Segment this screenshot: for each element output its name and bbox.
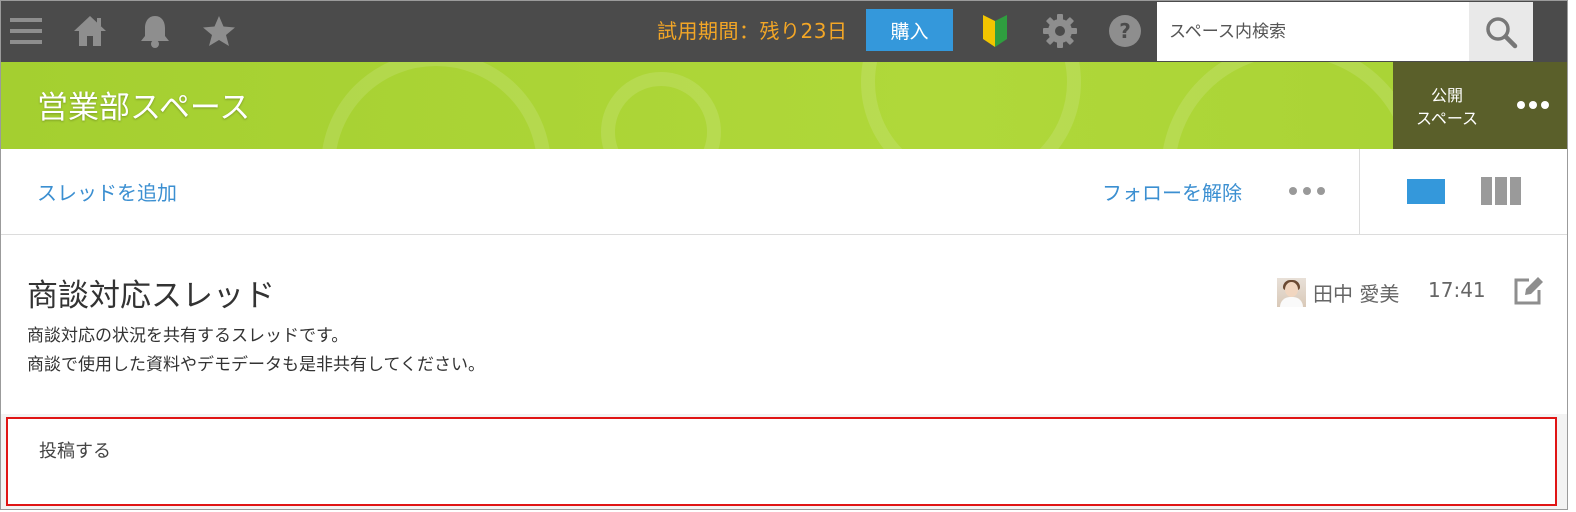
svg-text:?: ? [1119, 19, 1131, 43]
thread-more-button[interactable] [1289, 183, 1325, 199]
author-name[interactable]: 田中 愛美 [1313, 278, 1399, 307]
column-bar [1495, 177, 1507, 205]
dot [1317, 187, 1325, 195]
header-decoration [321, 62, 551, 149]
thread-title: 商談対応スレッド [27, 278, 275, 314]
avatar-body [1280, 297, 1303, 307]
edit-icon[interactable] [1511, 274, 1545, 308]
space-title: 営業部スペース [37, 90, 251, 126]
help-icon[interactable]: ? [1105, 11, 1145, 51]
divider [1359, 149, 1360, 235]
star-icon[interactable] [199, 11, 239, 51]
public-label-line1: 公開 [1430, 86, 1463, 105]
dot [1517, 101, 1525, 109]
thread-action-bar: スレッドを追加 フォローを解除 [1, 149, 1567, 235]
single-view-icon[interactable] [1407, 179, 1445, 204]
header-decoration [601, 72, 721, 149]
header-decoration [1161, 62, 1421, 149]
app-window: 試用期間：残り23日 購入 ? スペース内検索 営業部スペース 公開 スペース … [0, 0, 1568, 510]
search-icon [1486, 16, 1518, 48]
thread-panel: 商談対応スレッド 商談対応の状況を共有するスレッドです。 商談で使用した資料やデ… [1, 236, 1567, 414]
header-spacer [1533, 1, 1567, 62]
avatar[interactable] [1277, 278, 1306, 307]
beginner-icon[interactable] [975, 11, 1015, 51]
post-placeholder: 投稿する [39, 441, 111, 462]
column-bar [1481, 177, 1493, 205]
public-space-label: 公開 スペース [1393, 84, 1501, 130]
thread-description-line: 商談で使用した資料やデモデータも是非共有してください。 [27, 355, 485, 375]
search-button[interactable] [1469, 2, 1533, 61]
dot [1303, 187, 1311, 195]
column-view-icon[interactable] [1481, 177, 1521, 205]
public-label-line2: スペース [1415, 109, 1479, 128]
space-search-input[interactable] [1157, 2, 1469, 61]
header-decoration [861, 62, 1081, 149]
home-icon[interactable] [70, 11, 110, 51]
trial-period-notice: 試用期間：残り23日 [657, 19, 848, 43]
space-more-button[interactable] [1513, 90, 1553, 120]
gear-icon[interactable] [1040, 11, 1080, 51]
dot [1541, 101, 1549, 109]
thread-description-line: 商談対応の状況を共有するスレッドです。 [27, 326, 349, 346]
post-time: 17:41 [1428, 278, 1486, 302]
dot [1529, 101, 1537, 109]
post-input-box[interactable]: 投稿する [6, 417, 1557, 506]
column-bar [1509, 177, 1521, 205]
space-header: 営業部スペース 公開 スペース [1, 62, 1567, 149]
menu-icon[interactable] [6, 11, 46, 51]
buy-button[interactable]: 購入 [866, 9, 953, 51]
unfollow-link[interactable]: フォローを解除 [1102, 177, 1242, 206]
public-space-panel: 公開 スペース [1393, 62, 1567, 149]
dot [1289, 187, 1297, 195]
thread-description: 商談対応の状況を共有するスレッドです。 商談で使用した資料やデモデータも是非共有… [27, 322, 485, 380]
add-thread-link[interactable]: スレッドを追加 [37, 177, 177, 206]
bell-icon[interactable] [135, 11, 175, 51]
avatar-head [1285, 282, 1298, 297]
global-header: 試用期間：残り23日 購入 ? [1, 1, 1567, 62]
